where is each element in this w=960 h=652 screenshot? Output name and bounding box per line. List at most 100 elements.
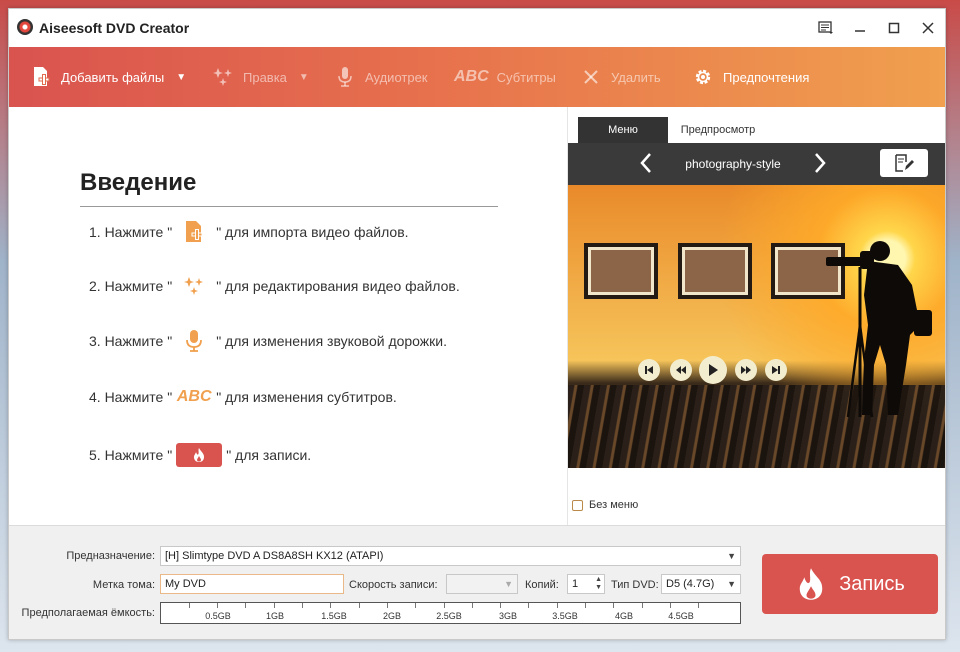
dvd-type-select[interactable]: D5 (4.7G) ▼	[661, 574, 741, 594]
capacity-tick-label: 3.5GB	[552, 611, 578, 621]
capacity-tick-label: 1GB	[265, 611, 285, 621]
audio-track-button[interactable]: Аудиотрек	[333, 47, 428, 107]
preview-tabs: Меню Предпросмотр	[568, 117, 945, 143]
intro-step-3: 3. Нажмите " " для изменения звуковой до…	[89, 326, 447, 356]
abc-subtitle-icon: ABC	[176, 388, 212, 405]
add-files-button[interactable]: Добавить файлы ▼	[29, 47, 186, 107]
intro-step-5: 5. Нажмите " " для записи.	[89, 440, 311, 470]
burn-flame-icon	[176, 443, 223, 467]
capacity-tick-label: 3GB	[498, 611, 518, 621]
play-icon	[709, 364, 718, 376]
step-text: 4. Нажмите "	[89, 389, 173, 405]
preferences-label: Предпочтения	[723, 69, 810, 85]
capacity-tick	[472, 603, 473, 608]
skip-next-icon	[772, 366, 780, 374]
capacity-tick	[359, 603, 360, 608]
subtitles-button[interactable]: ABC Субтитры	[454, 47, 556, 107]
capacity-tick	[670, 603, 671, 608]
abc-subtitle-icon: ABC	[454, 68, 489, 85]
edit-menu-button[interactable]	[880, 149, 928, 177]
copies-value: 1	[572, 578, 579, 590]
no-menu-checkbox[interactable]	[572, 499, 583, 511]
chevron-right-icon[interactable]	[808, 151, 832, 177]
add-files-label: Добавить файлы	[61, 69, 165, 85]
burn-settings-panel: Предназначение: [H] Slimtype DVD A DS8A8…	[9, 525, 945, 639]
capacity-tick-label: 2.5GB	[436, 611, 462, 621]
destination-select[interactable]: [H] Slimtype DVD A DS8A8SH KX12 (ATAPI) …	[160, 546, 741, 566]
microphone-icon	[172, 329, 216, 353]
write-speed-select[interactable]: ▼	[446, 574, 518, 594]
capacity-tick	[302, 603, 303, 608]
step-text: " для изменения звуковой дорожки.	[216, 333, 448, 349]
burn-label: Запись	[839, 572, 905, 595]
capacity-tick	[217, 603, 218, 608]
step-text: 3. Нажмите "	[89, 333, 173, 349]
rewind-button[interactable]	[670, 359, 692, 381]
capacity-tick-label: 4GB	[614, 611, 634, 621]
step-text: " для импорта видео файлов.	[216, 224, 409, 240]
chevron-down-icon: ▼	[727, 579, 736, 589]
feedback-menu-icon[interactable]	[809, 9, 843, 47]
copies-stepper[interactable]: 1 ▲ ▼	[567, 574, 605, 594]
copies-label: Копий:	[525, 579, 559, 591]
destination-label: Предназначение:	[66, 550, 155, 562]
photographer-silhouette	[826, 241, 932, 418]
edit-label: Правка	[243, 69, 287, 85]
subtitles-label: Субтитры	[496, 69, 556, 85]
menu-preview-image	[568, 185, 945, 468]
maximize-icon[interactable]	[877, 9, 911, 47]
capacity-tick	[500, 603, 501, 608]
delete-button[interactable]: Удалить	[579, 47, 661, 107]
rewind-icon	[676, 366, 686, 374]
chevron-left-icon[interactable]	[634, 151, 658, 177]
burn-button[interactable]: Запись	[762, 554, 938, 614]
step-text: 2. Нажмите "	[89, 278, 173, 294]
edit-button[interactable]: Правка ▼	[211, 47, 309, 107]
intro-title: Введение	[80, 169, 197, 196]
chevron-down-icon[interactable]: ▼	[299, 72, 309, 83]
capacity-tick	[585, 603, 586, 608]
capacity-tick	[698, 603, 699, 608]
step-text: 1. Нажмите "	[89, 224, 173, 240]
minimize-icon[interactable]	[843, 9, 877, 47]
write-speed-label: Скорость записи:	[349, 579, 438, 591]
chevron-down-icon[interactable]: ▼	[176, 72, 186, 83]
capacity-tick	[444, 603, 445, 608]
capacity-tick	[557, 603, 558, 608]
volume-label-input[interactable]: My DVD	[160, 574, 344, 594]
no-menu-label: Без меню	[589, 499, 639, 511]
step-text: " для записи.	[226, 447, 312, 463]
fast-forward-button[interactable]	[735, 359, 757, 381]
step-text: " для изменения субтитров.	[216, 389, 397, 405]
close-icon[interactable]	[911, 9, 945, 47]
capacity-tick	[528, 603, 529, 608]
tab-preview[interactable]: Предпросмотр	[672, 117, 764, 143]
capacity-tick-label: 0.5GB	[205, 611, 231, 621]
delete-label: Удалить	[611, 69, 661, 85]
capacity-tick	[613, 603, 614, 608]
play-button[interactable]	[699, 356, 727, 384]
volume-value: My DVD	[165, 578, 206, 590]
chevron-down-icon: ▼	[727, 551, 736, 561]
burn-flame-icon	[799, 568, 823, 600]
magic-stars-icon	[172, 275, 216, 297]
main-toolbar: Добавить файлы ▼ Правка ▼ Аудиотрек ABC …	[9, 47, 945, 107]
audio-track-label: Аудиотрек	[365, 69, 428, 85]
no-menu-option[interactable]: Без меню	[572, 499, 638, 511]
skip-previous-button[interactable]	[638, 359, 660, 381]
destination-value: [H] Slimtype DVD A DS8A8SH KX12 (ATAPI)	[165, 550, 384, 562]
preferences-button[interactable]: Предпочтения	[691, 47, 809, 107]
microphone-icon	[333, 65, 357, 89]
capacity-tick	[274, 603, 275, 608]
stepper-arrows-icon[interactable]: ▲ ▼	[595, 576, 602, 592]
tab-menu[interactable]: Меню	[578, 117, 668, 143]
intro-divider	[80, 206, 498, 207]
capacity-tick	[245, 603, 246, 608]
delete-x-icon	[579, 65, 603, 89]
capacity-tick	[330, 603, 331, 608]
capacity-tick-label: 1.5GB	[321, 611, 347, 621]
skip-next-button[interactable]	[765, 359, 787, 381]
intro-panel: Введение 1. Нажмите " " для импорта виде…	[9, 107, 567, 525]
capacity-tick-label: 2GB	[382, 611, 402, 621]
capacity-tick	[189, 603, 190, 608]
